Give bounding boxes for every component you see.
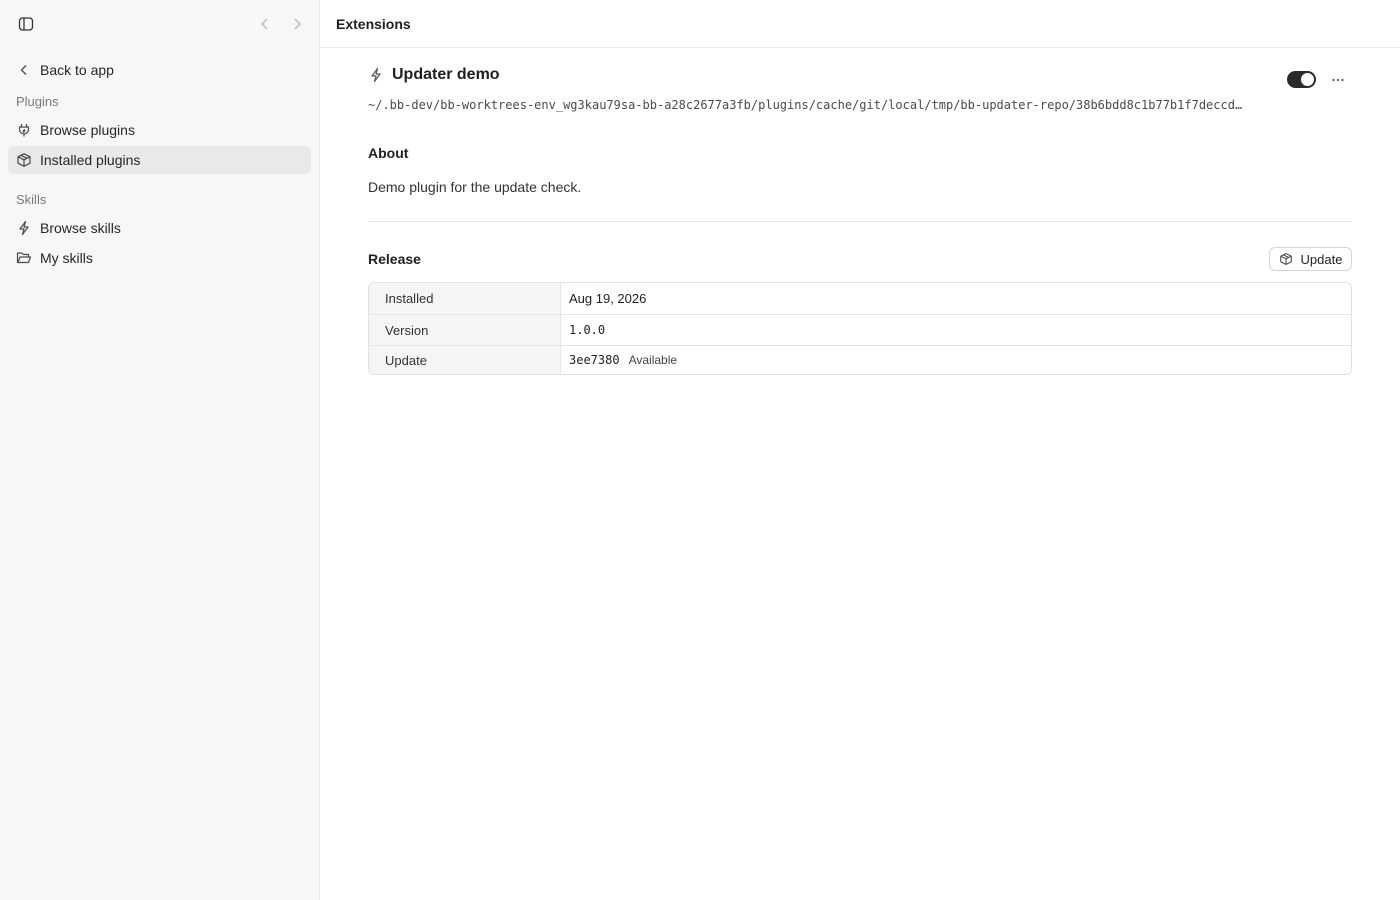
skills-section-label: Skills <box>16 192 47 207</box>
plugin-path: ~/.bb-dev/bb-worktrees-env_wg3kau79sa-bb… <box>368 98 1243 112</box>
sidebar-item-browse-plugins[interactable]: Browse plugins <box>8 116 311 144</box>
update-hash: 3ee7380 <box>569 353 620 367</box>
plugins-section-label: Plugins <box>16 94 59 109</box>
chevron-left-icon <box>16 62 32 78</box>
release-table: Installed Aug 19, 2026 Version 1.0.0 Upd… <box>368 282 1352 375</box>
back-to-app-label: Back to app <box>40 62 114 78</box>
sidebar-toggle-icon[interactable] <box>17 15 35 33</box>
chevron-left-icon[interactable] <box>256 15 274 33</box>
sidebar: Back to app Plugins Browse plugins Insta… <box>0 0 320 900</box>
release-heading: Release <box>368 251 421 267</box>
sidebar-item-label: Browse plugins <box>40 122 135 138</box>
sidebar-item-installed-plugins[interactable]: Installed plugins <box>8 146 311 174</box>
page-header: Extensions <box>320 0 1400 48</box>
sidebar-item-my-skills[interactable]: My skills <box>8 244 311 272</box>
package-icon <box>16 152 32 168</box>
table-row: Installed Aug 19, 2026 <box>369 283 1351 314</box>
sidebar-top-bar <box>0 0 319 48</box>
update-button-label: Update <box>1300 251 1343 267</box>
plug-icon <box>16 122 32 138</box>
bolt-icon <box>368 67 384 83</box>
version-label: Version <box>369 315 561 345</box>
folder-icon <box>16 250 32 266</box>
section-divider <box>368 221 1352 222</box>
plugin-title-row: Updater demo <box>368 66 500 84</box>
sidebar-item-browse-skills[interactable]: Browse skills <box>8 214 311 242</box>
sidebar-item-label: Browse skills <box>40 220 121 236</box>
back-to-app-link[interactable]: Back to app <box>8 56 311 84</box>
sidebar-item-label: Installed plugins <box>40 152 141 168</box>
more-options-icon[interactable] <box>1328 70 1348 90</box>
page-title: Extensions <box>336 15 411 32</box>
chevron-right-icon[interactable] <box>288 15 306 33</box>
installed-label: Installed <box>369 283 561 314</box>
toggle-knob <box>1301 73 1314 86</box>
table-row: Update 3ee7380 Available <box>369 345 1351 374</box>
sidebar-item-label: My skills <box>40 250 93 266</box>
table-row: Version 1.0.0 <box>369 314 1351 345</box>
package-icon <box>1279 252 1293 266</box>
update-label: Update <box>369 346 561 374</box>
version-value: 1.0.0 <box>569 323 606 337</box>
plugin-enabled-toggle[interactable] <box>1287 71 1316 88</box>
bolt-icon <box>16 220 32 236</box>
about-heading: About <box>368 145 409 161</box>
main-panel: Extensions Updater demo ~/.bb-dev/bb-wor… <box>320 0 1400 900</box>
update-button[interactable]: Update <box>1269 247 1352 271</box>
update-status-badge: Available <box>628 353 678 367</box>
about-text: Demo plugin for the update check. <box>368 179 582 195</box>
installed-value: Aug 19, 2026 <box>569 291 647 306</box>
update-value: 3ee7380 Available <box>561 346 1351 374</box>
plugin-title: Updater demo <box>392 66 500 83</box>
